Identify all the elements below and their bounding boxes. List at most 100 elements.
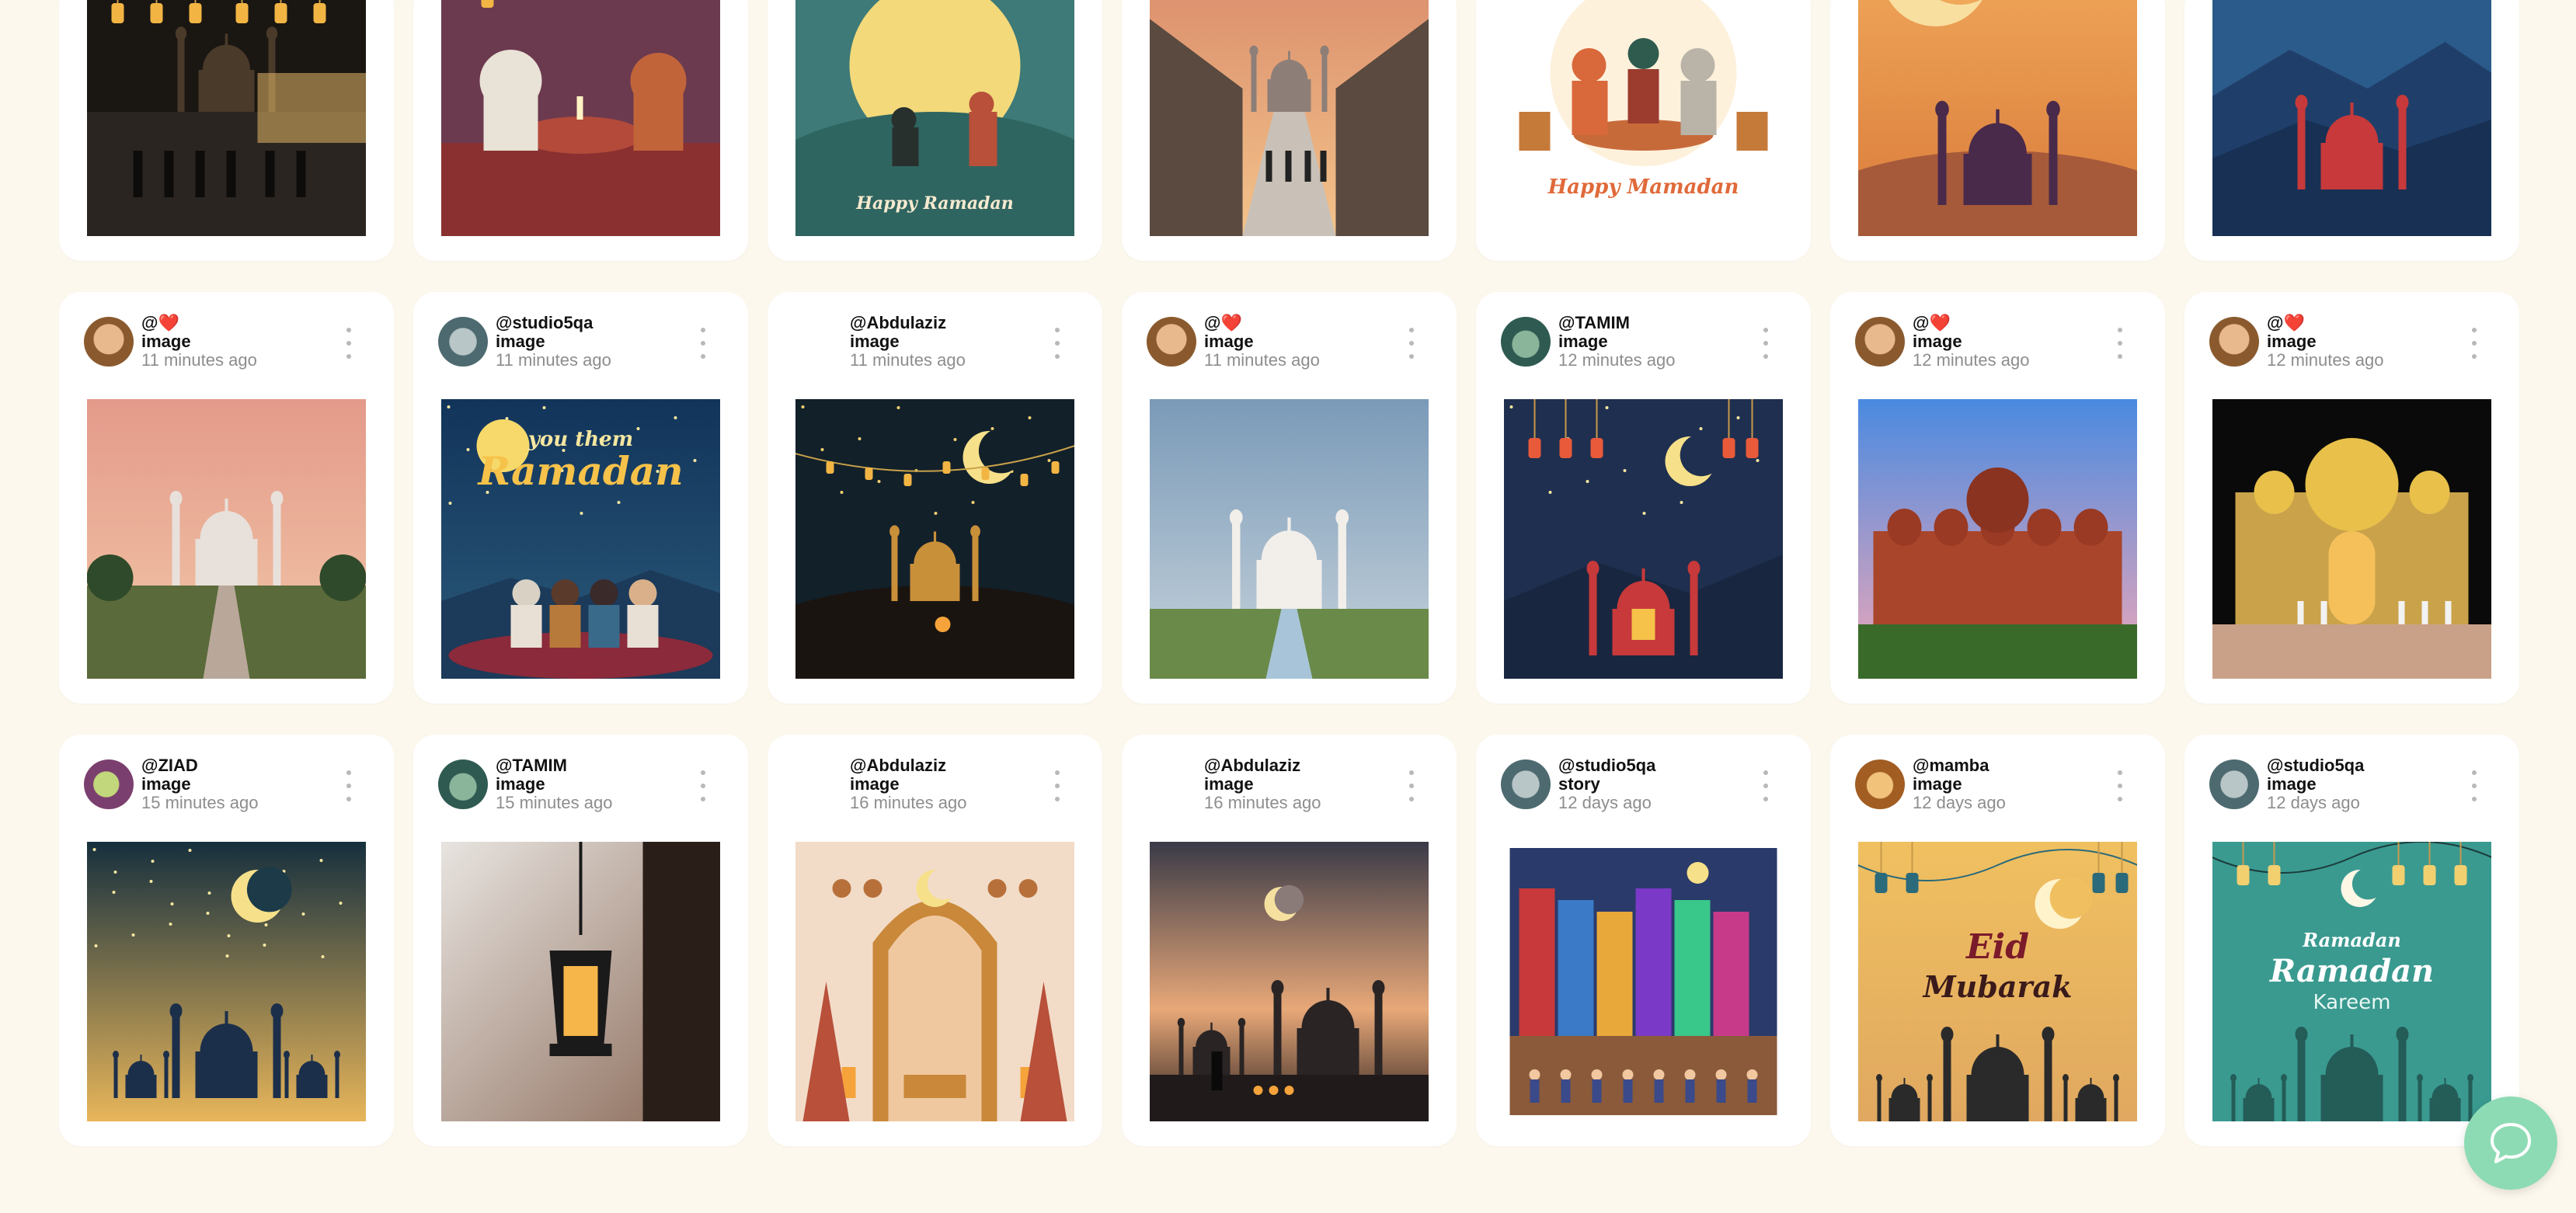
post-image[interactable] xyxy=(87,0,366,236)
post-image[interactable] xyxy=(2212,399,2491,679)
post-card[interactable]: @studio5qa image 12 days ago Ramadan Ram… xyxy=(2184,735,2519,1146)
post-image[interactable] xyxy=(441,0,720,236)
post-type: image xyxy=(850,774,900,794)
username[interactable]: @TAMIM xyxy=(496,756,612,775)
timestamp: 12 days ago xyxy=(2267,793,2360,812)
post-header: @❤️ image 11 minutes ago xyxy=(84,314,369,376)
avatar[interactable] xyxy=(84,317,134,367)
post-header: @ZIAD image 15 minutes ago xyxy=(84,756,369,819)
post-image[interactable] xyxy=(1504,842,1783,1121)
more-options-icon[interactable] xyxy=(2466,770,2482,801)
avatar[interactable] xyxy=(438,317,488,367)
username[interactable]: @mamba xyxy=(1913,756,2006,775)
more-options-icon[interactable] xyxy=(1050,770,1065,801)
more-options-icon[interactable] xyxy=(695,328,711,359)
post-image[interactable] xyxy=(1504,399,1783,679)
more-options-icon[interactable] xyxy=(341,770,357,801)
username[interactable]: @studio5qa xyxy=(2267,756,2364,775)
username[interactable]: @Abdulaziz xyxy=(850,314,966,332)
avatar[interactable] xyxy=(1855,317,1905,367)
avatar[interactable] xyxy=(2209,759,2259,809)
post-card[interactable]: @TAMIM image 15 minutes ago xyxy=(413,735,748,1146)
username[interactable]: @❤️ xyxy=(2267,314,2383,332)
chat-button[interactable] xyxy=(2464,1097,2557,1190)
post-image[interactable] xyxy=(87,399,366,679)
post-image[interactable]: Eid Mubarak xyxy=(1858,842,2137,1121)
username[interactable]: @Abdulaziz xyxy=(850,756,966,775)
post-image[interactable] xyxy=(1150,0,1429,236)
post-card[interactable]: Happy Ramadan xyxy=(768,0,1102,261)
username[interactable]: @❤️ xyxy=(141,314,257,332)
timestamp: 11 minutes ago xyxy=(141,350,257,370)
post-image[interactable]: Happy Ramadan xyxy=(795,0,1074,236)
avatar[interactable] xyxy=(2209,317,2259,367)
post-card[interactable]: @❤️ image 12 minutes ago xyxy=(1830,292,2165,704)
post-image[interactable] xyxy=(795,399,1074,679)
post-image[interactable] xyxy=(441,842,720,1121)
more-options-icon[interactable] xyxy=(2112,770,2128,801)
post-card[interactable]: @❤️ image 12 minutes ago xyxy=(2184,292,2519,704)
more-options-icon[interactable] xyxy=(1758,770,1774,801)
post-card[interactable]: @Abdulaziz image 11 minutes ago xyxy=(768,292,1102,704)
post-image[interactable] xyxy=(2212,0,2491,236)
avatar[interactable] xyxy=(1147,317,1196,367)
post-meta: @studio5qa image 11 minutes ago xyxy=(496,314,611,370)
post-card[interactable]: @TAMIM image 12 minutes ago xyxy=(1476,292,1811,704)
post-header: @studio5qa image 11 minutes ago xyxy=(438,314,723,376)
username[interactable]: @ZIAD xyxy=(141,756,258,775)
username[interactable]: @❤️ xyxy=(1204,314,1320,332)
post-card[interactable] xyxy=(413,0,748,261)
post-header: @Abdulaziz image 16 minutes ago xyxy=(792,756,1077,819)
post-card[interactable]: @Abdulaziz image 16 minutes ago xyxy=(1122,735,1457,1146)
post-image[interactable] xyxy=(795,842,1074,1121)
post-card[interactable] xyxy=(2184,0,2519,261)
username[interactable]: @TAMIM xyxy=(1558,314,1675,332)
svg-text:Happy Ramadan: Happy Ramadan xyxy=(855,193,1013,214)
post-image[interactable] xyxy=(1150,842,1429,1121)
avatar[interactable] xyxy=(1501,317,1551,367)
post-grid: Happy Ramadan Happy Mamadan @❤️ image 11… xyxy=(59,0,2519,1146)
svg-text:Ramadan: Ramadan xyxy=(2269,953,2434,989)
post-card[interactable]: @ZIAD image 15 minutes ago xyxy=(59,735,394,1146)
post-card[interactable]: @mamba image 12 days ago Eid Mubarak xyxy=(1830,735,2165,1146)
post-image[interactable]: Ramadan Ramadan Kareem xyxy=(2212,842,2491,1121)
post-header: @❤️ image 12 minutes ago xyxy=(1855,314,2140,376)
more-options-icon[interactable] xyxy=(1758,328,1774,359)
timestamp: 11 minutes ago xyxy=(1204,350,1320,370)
post-card[interactable] xyxy=(1122,0,1457,261)
avatar[interactable] xyxy=(84,759,134,809)
username[interactable]: @Abdulaziz xyxy=(1204,756,1321,775)
more-options-icon[interactable] xyxy=(1404,328,1419,359)
post-card[interactable]: Ramadan xyxy=(1830,0,2165,261)
post-type: image xyxy=(850,332,900,351)
avatar[interactable] xyxy=(1855,759,1905,809)
post-image[interactable] xyxy=(87,842,366,1121)
post-image[interactable]: Ramadan xyxy=(1858,0,2137,236)
more-options-icon[interactable] xyxy=(2112,328,2128,359)
post-image[interactable] xyxy=(1858,399,2137,679)
post-card[interactable]: @❤️ image 11 minutes ago xyxy=(1122,292,1457,704)
username[interactable]: @❤️ xyxy=(1913,314,2029,332)
post-image[interactable]: you them Ramadan xyxy=(441,399,720,679)
more-options-icon[interactable] xyxy=(2466,328,2482,359)
timestamp: 15 minutes ago xyxy=(496,793,613,812)
more-options-icon[interactable] xyxy=(341,328,357,359)
avatar[interactable] xyxy=(1501,759,1551,809)
post-card[interactable] xyxy=(59,0,394,261)
username[interactable]: @studio5qa xyxy=(1558,756,1655,775)
timestamp: 12 minutes ago xyxy=(1558,350,1676,370)
more-options-icon[interactable] xyxy=(1050,328,1065,359)
timestamp: 12 minutes ago xyxy=(2267,350,2384,370)
post-card[interactable]: @❤️ image 11 minutes ago xyxy=(59,292,394,704)
post-card[interactable]: @Abdulaziz image 16 minutes ago xyxy=(768,735,1102,1146)
username[interactable]: @studio5qa xyxy=(496,314,611,332)
avatar[interactable] xyxy=(438,759,488,809)
post-card[interactable]: @studio5qa image 11 minutes ago you them R… xyxy=(413,292,748,704)
post-card[interactable]: @studio5qa story 12 days ago xyxy=(1476,735,1811,1146)
post-image[interactable]: Happy Mamadan xyxy=(1504,0,1783,236)
post-image[interactable] xyxy=(1150,399,1429,679)
post-meta: @❤️ image 12 minutes ago xyxy=(2267,314,2383,370)
post-card[interactable]: Happy Mamadan xyxy=(1476,0,1811,261)
more-options-icon[interactable] xyxy=(695,770,711,801)
more-options-icon[interactable] xyxy=(1404,770,1419,801)
